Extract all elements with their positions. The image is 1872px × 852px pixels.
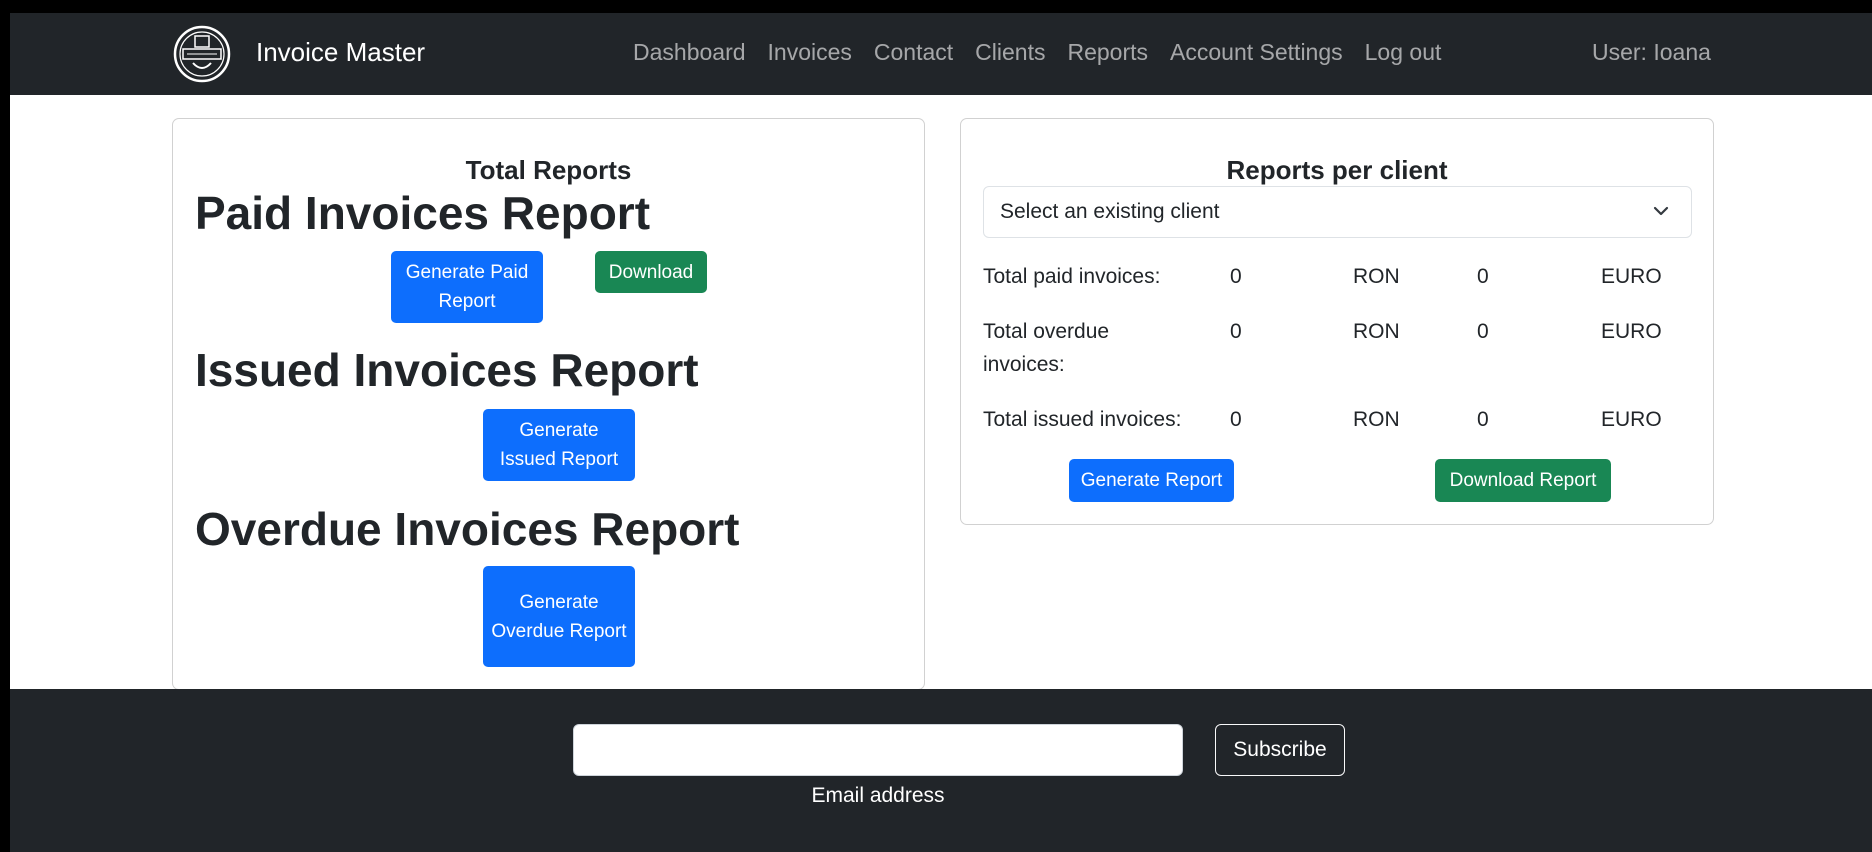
navbar: Invoice Master Dashboard Invoices Contac… xyxy=(10,13,1872,95)
issued-ron-value: 0 xyxy=(1230,408,1242,431)
invoice-master-logo[interactable] xyxy=(173,25,231,83)
download-paid-report-button[interactable]: Download xyxy=(595,251,707,293)
client-reports-card: Reports per client Select an existing cl… xyxy=(960,118,1714,525)
overdue-invoices-heading: Overdue Invoices Report xyxy=(195,503,740,555)
email-input[interactable] xyxy=(573,724,1183,776)
client-reports-title: Reports per client xyxy=(1226,155,1448,185)
overdue-euro-unit: EURO xyxy=(1601,320,1662,343)
nav-reports[interactable]: Reports xyxy=(1067,35,1148,69)
nav-log-out[interactable]: Log out xyxy=(1365,35,1442,69)
paid-ron-value: 0 xyxy=(1230,265,1242,288)
nav-invoices[interactable]: Invoices xyxy=(768,35,852,69)
generate-client-report-button[interactable]: Generate Report xyxy=(1069,459,1234,502)
overdue-ron-value: 0 xyxy=(1230,320,1242,343)
chevron-down-icon xyxy=(1653,206,1669,216)
nav-links: Dashboard Invoices Contact Clients Repor… xyxy=(633,35,1441,69)
issued-ron-unit: RON xyxy=(1353,408,1400,431)
total-reports-card: Total Reports Paid Invoices Report Gener… xyxy=(172,118,925,690)
issued-invoices-heading: Issued Invoices Report xyxy=(195,344,699,396)
download-client-report-button[interactable]: Download Report xyxy=(1435,459,1611,502)
client-select-value: Select an existing client xyxy=(1000,200,1220,223)
nav-clients[interactable]: Clients xyxy=(975,35,1045,69)
overdue-ron-unit: RON xyxy=(1353,320,1400,343)
paid-invoices-label: Total paid invoices: xyxy=(983,265,1161,288)
issued-euro-value: 0 xyxy=(1477,408,1489,431)
total-reports-title: Total Reports xyxy=(465,155,632,185)
email-label: Email address xyxy=(811,784,945,807)
paid-invoices-heading: Paid Invoices Report xyxy=(195,187,651,239)
overdue-invoices-label: Total overdue invoices: xyxy=(983,320,1110,376)
page: Invoice Master Dashboard Invoices Contac… xyxy=(10,13,1872,852)
subscribe-button[interactable]: Subscribe xyxy=(1215,724,1345,776)
nav-account-settings[interactable]: Account Settings xyxy=(1170,35,1343,69)
generate-overdue-report-button[interactable]: Generate Overdue Report xyxy=(483,566,635,667)
issued-invoices-label: Total issued invoices: xyxy=(983,408,1182,431)
nav-dashboard[interactable]: Dashboard xyxy=(633,35,746,69)
brand-name[interactable]: Invoice Master xyxy=(256,35,425,69)
generate-paid-report-button[interactable]: Generate Paid Report xyxy=(391,251,543,323)
current-user: User: Ioana xyxy=(1592,39,1711,65)
paid-ron-unit: RON xyxy=(1353,265,1400,288)
issued-euro-unit: EURO xyxy=(1601,408,1662,431)
footer: Email address Subscribe xyxy=(10,689,1872,852)
overdue-euro-value: 0 xyxy=(1477,320,1489,343)
nav-contact[interactable]: Contact xyxy=(874,35,953,69)
paid-euro-value: 0 xyxy=(1477,265,1489,288)
paid-euro-unit: EURO xyxy=(1601,265,1662,288)
client-select[interactable]: Select an existing client xyxy=(983,186,1692,238)
generate-issued-report-button[interactable]: Generate Issued Report xyxy=(483,409,635,481)
